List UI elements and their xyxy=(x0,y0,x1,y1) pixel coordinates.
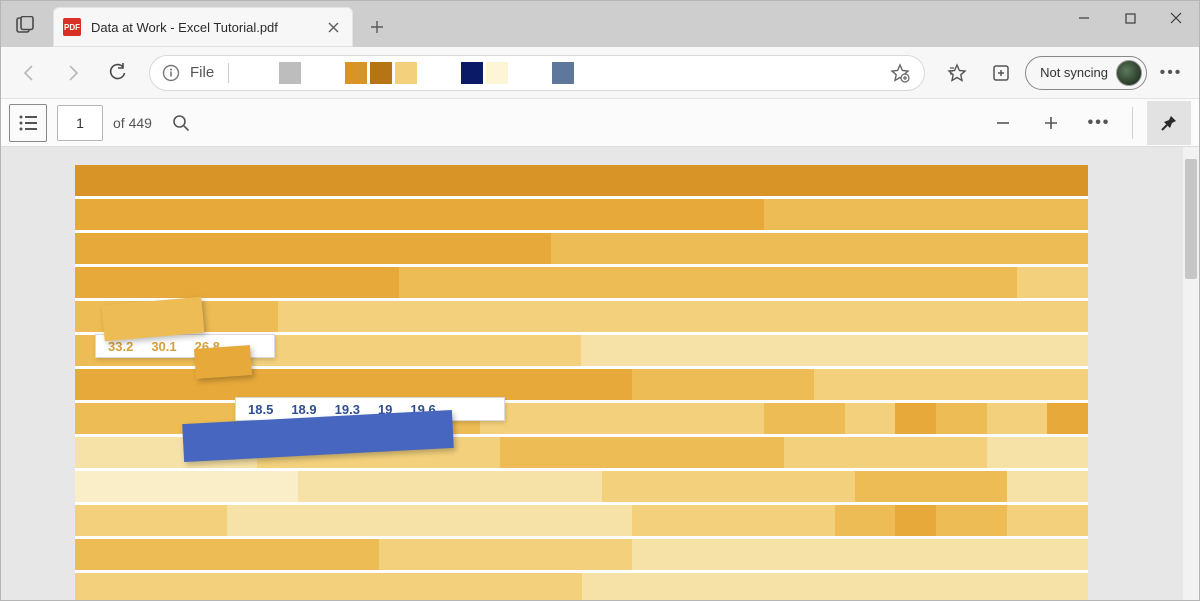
favorites-button[interactable] xyxy=(937,53,977,93)
maximize-button[interactable] xyxy=(1107,1,1153,35)
collections-button[interactable] xyxy=(981,53,1021,93)
profile-sync-label: Not syncing xyxy=(1040,65,1108,80)
new-tab-button[interactable] xyxy=(359,9,395,45)
address-bar[interactable]: File xyxy=(149,55,925,91)
settings-menu-button[interactable]: ••• xyxy=(1151,53,1191,93)
find-button[interactable] xyxy=(162,104,200,142)
minimize-button[interactable] xyxy=(1061,1,1107,35)
address-scheme-label: File xyxy=(190,64,214,81)
favicon-swatch-grey xyxy=(279,62,301,84)
profile-button[interactable]: Not syncing xyxy=(1025,56,1147,90)
more-actions-button[interactable]: ••• xyxy=(1080,104,1118,142)
forward-button[interactable] xyxy=(53,53,93,93)
zoom-out-button[interactable] xyxy=(984,104,1022,142)
window-controls xyxy=(1061,1,1199,35)
cover-overlay-yellow-b xyxy=(194,345,252,379)
page-number-input[interactable] xyxy=(57,105,103,141)
pdf-page: 33.2 30.1 26.8 18.5 18.9 19.3 19 19.6 xyxy=(75,165,1088,600)
reload-button[interactable] xyxy=(97,53,137,93)
pdf-icon: PDF xyxy=(63,18,81,36)
tab-close-button[interactable] xyxy=(323,17,343,37)
favicon-swatch-group-b xyxy=(461,62,508,84)
browser-toolbar: File xyxy=(1,47,1199,99)
pdf-viewport[interactable]: 33.2 30.1 26.8 18.5 18.9 19.3 19 19.6 xyxy=(1,147,1199,600)
close-window-button[interactable] xyxy=(1153,1,1199,35)
tab-title: Data at Work - Excel Tutorial.pdf xyxy=(91,20,313,35)
scrollbar-thumb[interactable] xyxy=(1185,159,1197,279)
pdf-toolbar: of 449 ••• xyxy=(1,99,1199,147)
zoom-in-button[interactable] xyxy=(1032,104,1070,142)
page-count-label: of 449 xyxy=(113,115,152,131)
back-button[interactable] xyxy=(9,53,49,93)
add-favorite-button[interactable] xyxy=(888,61,912,85)
browser-tab[interactable]: PDF Data at Work - Excel Tutorial.pdf xyxy=(53,7,353,47)
favicon-swatch-group-c xyxy=(552,62,574,84)
address-divider xyxy=(228,63,229,83)
favicon-swatch-group-a xyxy=(345,62,417,84)
contents-toggle-button[interactable] xyxy=(9,104,47,142)
site-info-icon[interactable] xyxy=(162,64,180,82)
vertical-scrollbar[interactable] xyxy=(1183,147,1199,600)
title-bar: PDF Data at Work - Excel Tutorial.pdf xyxy=(1,1,1199,47)
tab-actions-button[interactable] xyxy=(5,5,45,45)
profile-avatar-icon xyxy=(1116,60,1142,86)
pin-toolbar-button[interactable] xyxy=(1147,101,1191,145)
